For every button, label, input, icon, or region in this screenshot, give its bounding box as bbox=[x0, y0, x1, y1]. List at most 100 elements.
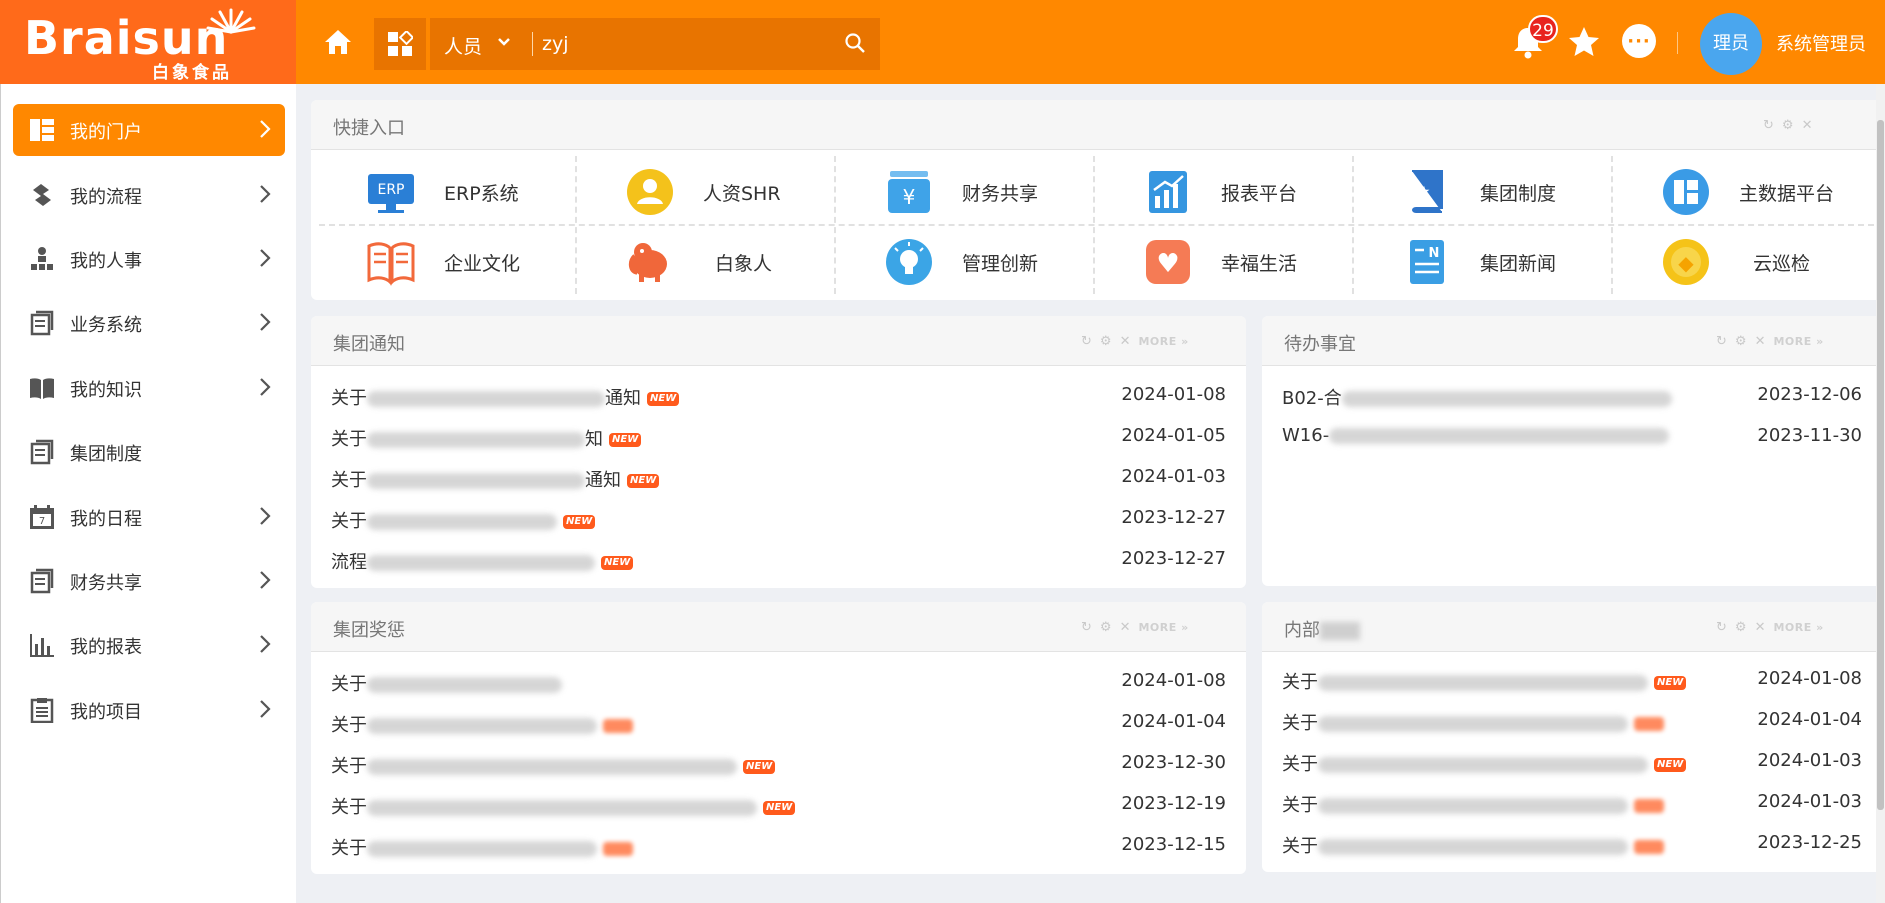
item-title: 关于 bbox=[331, 715, 367, 736]
list-item[interactable]: 关于 NEW 2023-12-27 bbox=[331, 497, 1226, 538]
close-icon[interactable]: ✕ bbox=[1802, 118, 1813, 133]
item-date: 2024-01-04 bbox=[1121, 711, 1226, 732]
home-button[interactable] bbox=[318, 22, 358, 62]
list-item[interactable]: 关于 NEW 2023-12-15 bbox=[331, 824, 1226, 865]
quick-item-finance[interactable]: ¥ 财务共享 bbox=[834, 154, 1093, 224]
quick-item-innovation[interactable]: 管理创新 bbox=[834, 224, 1093, 294]
close-icon[interactable]: ✕ bbox=[1120, 620, 1131, 635]
gear-icon[interactable]: ⚙ bbox=[1735, 620, 1747, 635]
gear-icon[interactable]: ⚙ bbox=[1100, 620, 1112, 635]
avatar[interactable]: 理员 bbox=[1700, 13, 1762, 75]
sidebar-item-projects[interactable]: 我的项目 bbox=[13, 684, 285, 736]
sidebar-item-flow[interactable]: 我的流程 bbox=[13, 169, 285, 221]
erp-icon-glyph: ERP bbox=[377, 182, 404, 198]
hr-person-icon bbox=[627, 169, 673, 215]
more-link[interactable]: MORE » bbox=[1138, 335, 1188, 348]
refresh-icon[interactable]: ↻ bbox=[1081, 334, 1092, 349]
refresh-icon[interactable]: ↻ bbox=[1081, 620, 1092, 635]
quick-item-happiness[interactable]: ♥ 幸福生活 bbox=[1093, 224, 1352, 294]
quick-item-erp[interactable]: ERP ERP系统 bbox=[316, 154, 575, 224]
list-item[interactable]: 关于 2024-01-08 bbox=[331, 660, 1226, 701]
list-item[interactable]: 关于 NEW 2024-01-03 bbox=[1282, 781, 1862, 822]
sidebar-item-policy[interactable]: 集团制度 bbox=[13, 426, 285, 478]
new-badge: NEW bbox=[603, 719, 633, 733]
item-title: 关于 bbox=[331, 674, 367, 695]
item-title: 关于 bbox=[331, 797, 367, 818]
list-item[interactable]: 流程 NEW 2023-12-27 bbox=[331, 538, 1226, 579]
new-badge: NEW bbox=[647, 392, 680, 406]
list-item[interactable]: 关于 NEW 2024-01-04 bbox=[1282, 699, 1862, 740]
report-chart-icon bbox=[1149, 171, 1187, 213]
list-item[interactable]: 关于 NEW 2024-01-08 bbox=[1282, 658, 1862, 699]
chevron-down-icon[interactable] bbox=[496, 34, 512, 50]
list-item[interactable]: 关于 NEW 2023-12-19 bbox=[331, 783, 1226, 824]
list-item[interactable]: 关于 NEW 2023-12-30 bbox=[331, 742, 1226, 783]
sidebar-item-knowledge[interactable]: 我的知识 bbox=[13, 362, 285, 414]
master-data-icon bbox=[1663, 169, 1709, 215]
list-item[interactable]: B02-合 2023-12-06 bbox=[1282, 374, 1862, 415]
list-item[interactable]: 关于 NEW 2023-12-25 bbox=[1282, 822, 1862, 863]
more-link[interactable]: MORE » bbox=[1773, 335, 1823, 348]
refresh-icon[interactable]: ↻ bbox=[1716, 620, 1727, 635]
chevron-right-icon bbox=[260, 571, 271, 589]
quick-item-label: 管理创新 bbox=[962, 253, 1039, 275]
gear-icon[interactable]: ⚙ bbox=[1100, 334, 1112, 349]
refresh-icon[interactable]: ↻ bbox=[1763, 118, 1774, 133]
star-icon[interactable] bbox=[1564, 22, 1604, 62]
list-item[interactable]: 关于 NEW 2024-01-04 bbox=[331, 701, 1226, 742]
user-name[interactable]: 系统管理员 bbox=[1776, 30, 1866, 56]
sidebar-item-finance[interactable]: 财务共享 bbox=[13, 555, 285, 607]
close-icon[interactable]: ✕ bbox=[1120, 334, 1131, 349]
new-badge: NEW bbox=[627, 474, 660, 488]
quick-item-masterdata[interactable]: 主数据平台 bbox=[1611, 154, 1870, 224]
more-menu-button[interactable]: ··· bbox=[1622, 24, 1656, 58]
sidebar-item-label: 集团制度 bbox=[70, 444, 142, 465]
gear-icon[interactable]: ⚙ bbox=[1735, 334, 1747, 349]
quick-item-inspection[interactable]: ◆ 云巡检 bbox=[1611, 224, 1870, 294]
quick-item-report[interactable]: 报表平台 bbox=[1093, 154, 1352, 224]
sidebar-item-schedule[interactable]: 7 我的日程 bbox=[13, 491, 285, 543]
panel-header: 待办事宜 ↻ ⚙ ✕ MORE » bbox=[1262, 316, 1882, 366]
sidebar-item-portal[interactable]: 我的门户 bbox=[13, 104, 285, 156]
list-item[interactable]: 关于 NEW 2024-01-03 bbox=[1282, 740, 1862, 781]
flow-icon bbox=[33, 184, 51, 206]
calendar-day: 7 bbox=[39, 516, 45, 527]
home-icon bbox=[325, 30, 351, 54]
new-badge: NEW bbox=[1634, 799, 1664, 813]
refresh-icon[interactable]: ↻ bbox=[1716, 334, 1727, 349]
list-item[interactable]: 关于 知 NEW 2024-01-05 bbox=[331, 415, 1226, 456]
scrollbar-thumb[interactable] bbox=[1877, 120, 1884, 810]
list-item[interactable]: 关于 通知 NEW 2024-01-08 bbox=[331, 374, 1226, 415]
close-icon[interactable]: ✕ bbox=[1755, 620, 1766, 635]
org-icon bbox=[31, 247, 53, 270]
panel-header: 内部 ↻ ⚙ ✕ MORE » bbox=[1262, 602, 1882, 652]
search-icon[interactable] bbox=[844, 32, 866, 54]
quick-item-news[interactable]: N 集团新闻 bbox=[1352, 224, 1611, 294]
sidebar-item-label: 我的流程 bbox=[70, 187, 142, 208]
quick-item-elephant[interactable]: 白象人 bbox=[575, 224, 834, 294]
list-item[interactable]: 关于 通知 NEW 2024-01-03 bbox=[331, 456, 1226, 497]
list-item[interactable]: W16- 2023-11-30 bbox=[1282, 415, 1862, 456]
search-input[interactable] bbox=[542, 30, 842, 58]
brand-logo[interactable]: Braisun 白象食品 bbox=[0, 0, 296, 84]
gear-icon[interactable]: ⚙ bbox=[1782, 118, 1794, 133]
doc-icon bbox=[30, 568, 54, 594]
panel-title: 待办事宜 bbox=[1284, 334, 1356, 355]
more-link[interactable]: MORE » bbox=[1773, 621, 1823, 634]
sidebar-item-hr[interactable]: 我的人事 bbox=[13, 233, 285, 285]
quick-item-label: 企业文化 bbox=[444, 253, 521, 275]
more-link[interactable]: MORE » bbox=[1138, 621, 1188, 634]
finance-icon-glyph: ¥ bbox=[903, 185, 916, 209]
quick-item-hr[interactable]: 人资SHR bbox=[575, 154, 834, 224]
item-date: 2023-12-27 bbox=[1121, 507, 1226, 528]
quick-item-policy[interactable]: ★ 集团制度 bbox=[1352, 154, 1611, 224]
quick-item-culture[interactable]: 企业文化 bbox=[316, 224, 575, 294]
app-grid-button[interactable] bbox=[374, 18, 426, 70]
search-category-select[interactable]: 人员 bbox=[444, 32, 482, 59]
global-search: 人员 bbox=[430, 18, 880, 70]
page-scrollbar[interactable] bbox=[1876, 84, 1885, 903]
sidebar-item-reports[interactable]: 我的报表 bbox=[13, 619, 285, 671]
close-icon[interactable]: ✕ bbox=[1755, 334, 1766, 349]
sidebar-item-business[interactable]: 业务系统 bbox=[13, 297, 285, 349]
redacted-text bbox=[367, 759, 737, 775]
